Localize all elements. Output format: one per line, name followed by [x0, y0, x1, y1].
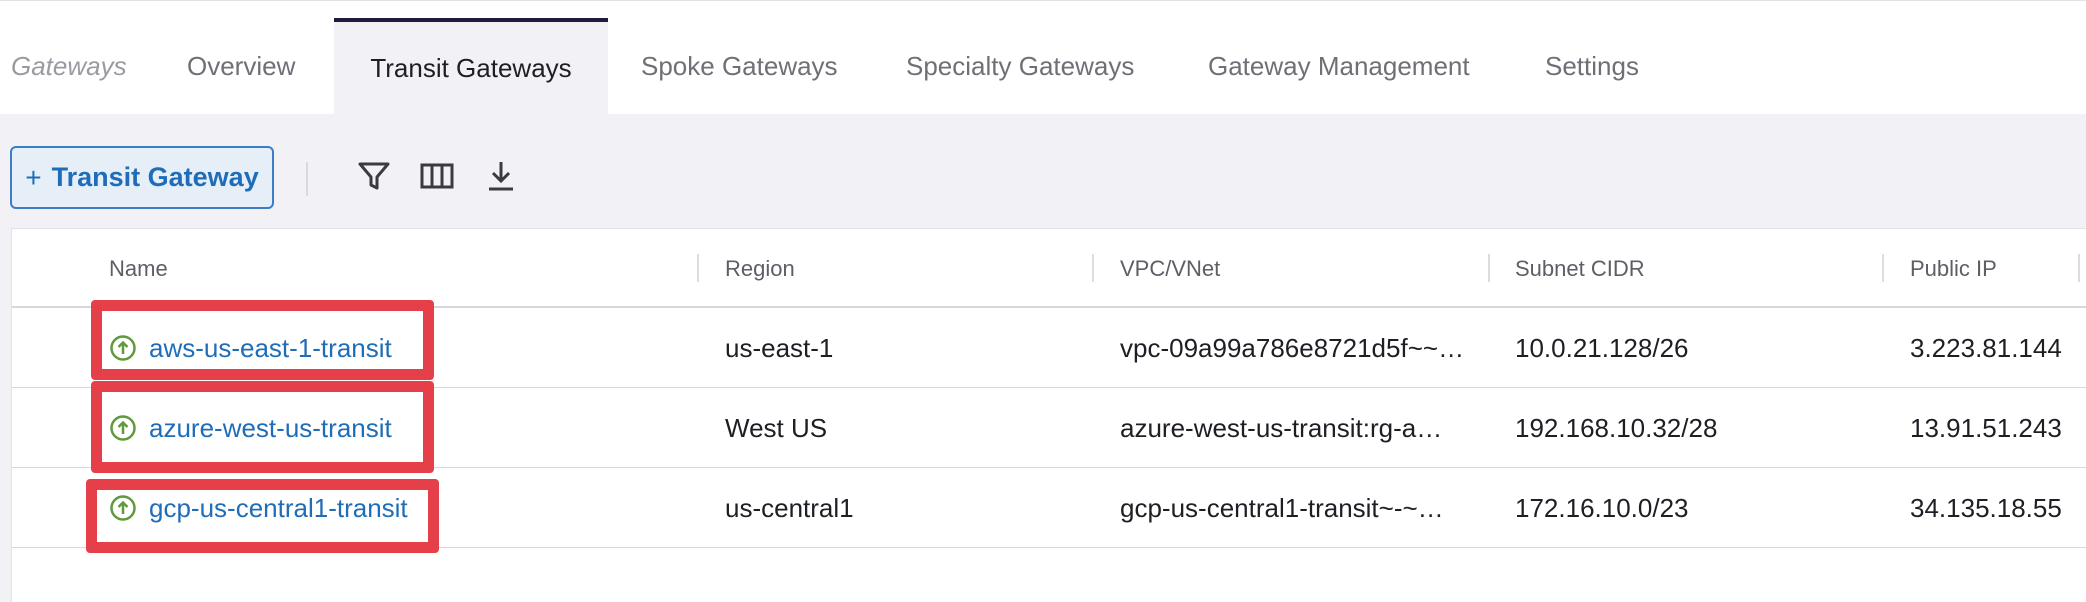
column-resize-handle[interactable] — [2078, 254, 2080, 282]
name-cell: aws-us-east-1-transit — [109, 308, 392, 388]
status-up-icon — [110, 495, 136, 521]
vpc-cell: vpc-09a99a786e8721d5f~~… — [1120, 332, 1465, 363]
section-label: Gateways — [11, 51, 127, 81]
public-ip-cell: 3.223.81.144 — [1910, 332, 2062, 363]
gateway-name-link[interactable]: gcp-us-central1-transit — [149, 493, 408, 524]
subnet-cidr-cell: 10.0.21.128/26 — [1515, 332, 1689, 363]
name-cell: gcp-us-central1-transit — [109, 468, 408, 548]
gateway-name-link[interactable]: azure-west-us-transit — [149, 413, 392, 444]
vpc-cell: azure-west-us-transit:rg-a… — [1120, 412, 1443, 443]
subnet-cidr-cell: 172.16.10.0/23 — [1515, 492, 1689, 523]
column-resize-handle[interactable] — [697, 254, 699, 282]
gateway-name-link[interactable]: aws-us-east-1-transit — [149, 333, 392, 364]
column-header-public-ip[interactable]: Public IP — [1910, 229, 1997, 308]
status-up-icon — [110, 335, 136, 361]
column-header-vpc[interactable]: VPC/VNet — [1120, 229, 1220, 308]
gateways-table: Name Region VPC/VNet Subnet CIDR Public … — [11, 228, 2086, 602]
add-transit-gateway-label: Transit Gateway — [51, 162, 259, 192]
public-ip-cell: 34.135.18.55 — [1910, 492, 2062, 523]
tab-transit-gateways[interactable]: Transit Gateways — [334, 18, 608, 115]
region-cell: West US — [725, 412, 828, 443]
toolbar-divider — [306, 162, 308, 196]
tab-gateway-management[interactable]: Gateway Management — [1208, 18, 1470, 115]
column-header-name[interactable]: Name — [109, 229, 168, 308]
plus-icon: + — [25, 161, 42, 193]
column-header-region[interactable]: Region — [725, 229, 795, 308]
table-header: Name Region VPC/VNet Subnet CIDR Public … — [12, 229, 2086, 308]
table-row[interactable]: aws-us-east-1-transit us-east-1 vpc-09a9… — [12, 308, 2086, 388]
columns-icon[interactable] — [419, 158, 455, 194]
column-header-subnet-cidr[interactable]: Subnet CIDR — [1515, 229, 1645, 308]
name-cell: azure-west-us-transit — [109, 388, 392, 468]
tab-settings[interactable]: Settings — [1545, 18, 1639, 115]
subnet-cidr-cell: 192.168.10.32/28 — [1515, 412, 1718, 443]
tab-bar: Gateways Overview Transit Gateways Spoke… — [0, 0, 2086, 115]
gateways-page: Gateways Overview Transit Gateways Spoke… — [0, 0, 2086, 602]
column-resize-handle[interactable] — [1488, 254, 1490, 282]
table-row[interactable]: gcp-us-central1-transit us-central1 gcp-… — [12, 468, 2086, 548]
tab-specialty-gateways[interactable]: Specialty Gateways — [906, 18, 1134, 115]
region-cell: us-central1 — [725, 492, 854, 523]
tab-overview[interactable]: Overview — [187, 18, 295, 115]
vpc-cell: gcp-us-central1-transit~-~… — [1120, 492, 1444, 523]
column-resize-handle[interactable] — [1882, 254, 1884, 282]
public-ip-cell: 13.91.51.243 — [1910, 412, 2062, 443]
add-transit-gateway-button[interactable]: + Transit Gateway — [10, 146, 274, 209]
status-up-icon — [110, 415, 136, 441]
filter-icon[interactable] — [356, 158, 392, 194]
region-cell: us-east-1 — [725, 332, 834, 363]
download-icon[interactable] — [483, 158, 519, 194]
column-resize-handle[interactable] — [1092, 254, 1094, 282]
tab-spoke-gateways[interactable]: Spoke Gateways — [641, 18, 838, 115]
table-row[interactable]: azure-west-us-transit West US azure-west… — [12, 388, 2086, 468]
